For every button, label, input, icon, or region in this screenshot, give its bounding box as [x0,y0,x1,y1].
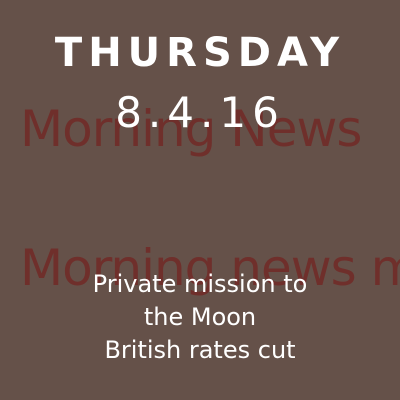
headline-item: the Moon [143,303,257,331]
news-card: Morning News Morning news m THURSDAY 8.4… [0,0,400,400]
day-title: THURSDAY [54,30,346,76]
headline-item: Private mission to [92,270,308,298]
date-title: 8.4.16 [115,88,285,137]
headline-item: British rates cut [104,336,296,364]
headline-list: Private mission to the Moon British rate… [0,268,400,367]
